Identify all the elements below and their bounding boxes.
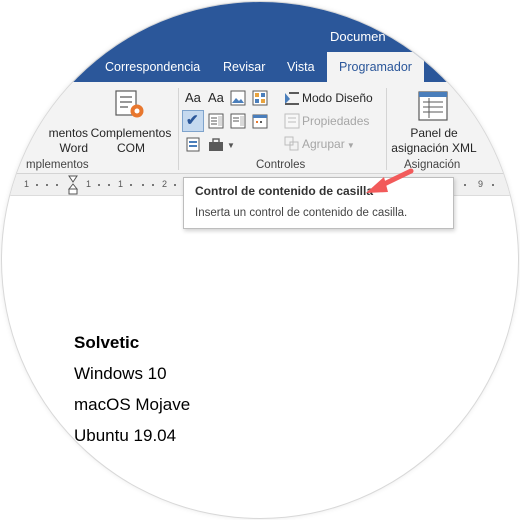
xml-mapping-label-line1: Panel de (410, 126, 458, 140)
tab-programador[interactable]: Programador (327, 52, 424, 82)
ruler-tick (46, 184, 48, 186)
ruler-number: 9 (478, 179, 484, 189)
ruler-number: 1 (24, 179, 30, 189)
word-addins-label-line2: Word (59, 141, 88, 155)
ruler-tick (174, 184, 176, 186)
ruler-tick (464, 184, 466, 186)
properties-icon (284, 113, 300, 129)
tab-correspondencia[interactable]: Correspondencia (105, 52, 200, 82)
plain-text-control-icon[interactable]: Aa (208, 90, 224, 105)
group-separator (386, 88, 387, 170)
repeating-section-control-icon[interactable] (186, 137, 202, 153)
document-line[interactable]: Windows 10 (74, 364, 167, 384)
document-title: Documen (330, 29, 386, 44)
tab-vista[interactable]: Vista (287, 52, 315, 82)
annotation-arrow-icon (366, 168, 414, 193)
ruler-tick (492, 184, 494, 186)
picture-control-icon[interactable] (230, 90, 246, 106)
com-addins-label-line2: COM (117, 141, 145, 155)
ruler-tick (152, 184, 154, 186)
ruler-tick (108, 184, 110, 186)
title-bar: Documen (2, 2, 518, 52)
group-icon (284, 136, 299, 151)
ruler-number: 2 (162, 179, 168, 189)
design-mode-icon (285, 92, 299, 105)
group-dropdown-icon: ▼ (344, 141, 355, 150)
tooltip-title: Control de contenido de casilla (195, 184, 374, 198)
building-block-control-icon[interactable] (252, 90, 268, 106)
legacy-tools-icon[interactable] (208, 137, 226, 153)
legacy-tools-dropdown-icon[interactable]: ▼ (227, 138, 235, 153)
checkbox-content-control-button[interactable]: ✔ (182, 110, 204, 132)
checkmark-icon: ✔ (186, 112, 199, 129)
circular-viewport: Documen Correspondencia Revisar Vista Pr… (2, 2, 518, 518)
combo-box-control-icon[interactable] (208, 113, 224, 129)
com-addins-label-line1: Complementos (90, 126, 172, 140)
drop-down-list-control-icon[interactable] (230, 113, 246, 129)
document-line[interactable]: macOS Mojave (74, 395, 190, 415)
document-line[interactable]: Ubuntu 19.04 (74, 426, 176, 446)
ribbon: mentos Word Complementos COM mplementos … (2, 82, 518, 174)
indent-marker-icon[interactable] (68, 175, 78, 195)
group-button[interactable]: Agrupar ▼ (302, 137, 355, 153)
document-line[interactable]: Solvetic (74, 333, 139, 353)
xml-mapping-pane-button[interactable]: Panel de asignación XML (388, 126, 480, 156)
com-addins-icon (115, 90, 144, 118)
ruler-tick (56, 184, 58, 186)
group-separator (178, 88, 179, 170)
controles-group-label: Controles (256, 159, 306, 171)
word-addins-label-line1: mentos (48, 126, 88, 140)
ruler-tick (130, 184, 132, 186)
design-mode-button[interactable]: Modo Diseño (302, 91, 373, 106)
ruler-number: 1 (118, 179, 124, 189)
ruler-tick (98, 184, 100, 186)
ruler-number: 1 (86, 179, 92, 189)
ruler-tick (36, 184, 38, 186)
xml-mapping-label-line2: asignación XML (391, 141, 477, 155)
tooltip-description: Inserta un control de contenido de casil… (195, 207, 408, 219)
properties-button[interactable]: Propiedades (302, 114, 369, 129)
ruler-tick (142, 184, 144, 186)
complementos-group-label: mplementos (26, 159, 89, 171)
com-addins-button[interactable]: Complementos COM (88, 126, 174, 156)
word-addins-button[interactable]: mentos Word (32, 126, 88, 156)
xml-mapping-pane-icon (418, 91, 448, 121)
group-button-label: Agrupar (302, 137, 345, 151)
tab-revisar[interactable]: Revisar (223, 52, 265, 82)
rich-text-control-icon[interactable]: Aa (185, 90, 201, 105)
date-picker-control-icon[interactable] (252, 113, 268, 129)
ribbon-tab-row: Correspondencia Revisar Vista Programado… (2, 52, 518, 82)
